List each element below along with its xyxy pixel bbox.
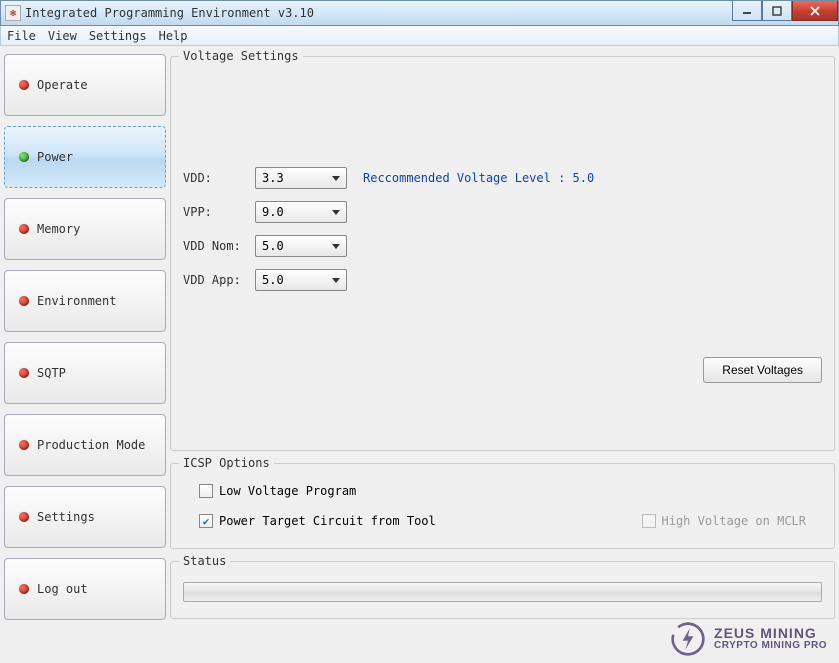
sidebar-item-label: Power [37, 150, 73, 164]
low-voltage-label: Low Voltage Program [219, 484, 356, 498]
status-dot-icon [19, 224, 29, 234]
reset-voltages-button[interactable]: Reset Voltages [703, 357, 822, 383]
sidebar-item-label: Settings [37, 510, 95, 524]
status-dot-icon [19, 584, 29, 594]
minimize-button[interactable] [732, 1, 762, 21]
sidebar-item-label: Memory [37, 222, 80, 236]
maximize-icon [772, 6, 782, 16]
low-voltage-checkbox[interactable] [199, 484, 213, 498]
sidebar-item-environment[interactable]: Environment [4, 270, 166, 332]
sidebar-item-logout[interactable]: Log out [4, 558, 166, 620]
vpp-select[interactable]: 9.0 [255, 201, 347, 223]
sidebar-item-label: Log out [37, 582, 88, 596]
status-dot-icon [19, 80, 29, 90]
voltage-settings-group: Voltage Settings VDD: 3.3 Reccommended V… [170, 56, 835, 451]
close-button[interactable] [792, 1, 838, 21]
high-voltage-label: High Voltage on MCLR [662, 514, 807, 528]
power-target-label: Power Target Circuit from Tool [219, 514, 436, 528]
minimize-icon [742, 6, 752, 16]
status-progress-bar [183, 582, 822, 602]
recommended-voltage-text: Reccommended Voltage Level : 5.0 [363, 171, 594, 185]
menu-view[interactable]: View [42, 29, 83, 43]
vdd-select[interactable]: 3.3 [255, 167, 347, 189]
window-controls [732, 1, 838, 21]
sidebar-item-label: Production Mode [37, 438, 145, 452]
sidebar-item-memory[interactable]: Memory [4, 198, 166, 260]
vdd-label: VDD: [183, 171, 255, 185]
menu-file[interactable]: File [1, 29, 42, 43]
sidebar-item-settings[interactable]: Settings [4, 486, 166, 548]
vdd-app-select[interactable]: 5.0 [255, 269, 347, 291]
sidebar-item-power[interactable]: Power [4, 126, 166, 188]
sidebar-item-label: Operate [37, 78, 88, 92]
group-title: Voltage Settings [179, 49, 303, 63]
group-title: ICSP Options [179, 456, 274, 470]
vdd-value: 3.3 [262, 171, 284, 185]
close-icon [809, 5, 821, 17]
menu-help[interactable]: Help [153, 29, 194, 43]
sidebar-item-label: Environment [37, 294, 116, 308]
status-dot-icon [19, 296, 29, 306]
menubar: File View Settings Help [0, 26, 839, 46]
icsp-options-group: ICSP Options Low Voltage Program ✔ Power… [170, 463, 835, 549]
main-panel: Voltage Settings VDD: 3.3 Reccommended V… [170, 50, 835, 659]
app-icon: ✻ [5, 5, 21, 21]
window-title: Integrated Programming Environment v3.10 [25, 6, 314, 20]
status-dot-icon [19, 368, 29, 378]
maximize-button[interactable] [762, 1, 792, 21]
vdd-nom-value: 5.0 [262, 239, 284, 253]
sidebar-item-label: SQTP [37, 366, 66, 380]
group-title: Status [179, 554, 230, 568]
vpp-value: 9.0 [262, 205, 284, 219]
vpp-label: VPP: [183, 205, 255, 219]
vdd-nom-select[interactable]: 5.0 [255, 235, 347, 257]
status-dot-icon [19, 440, 29, 450]
menu-settings[interactable]: Settings [83, 29, 153, 43]
vdd-app-label: VDD App: [183, 273, 255, 287]
status-dot-icon [19, 152, 29, 162]
sidebar-item-production-mode[interactable]: Production Mode [4, 414, 166, 476]
status-group: Status [170, 561, 835, 619]
window-titlebar: ✻ Integrated Programming Environment v3.… [0, 0, 839, 26]
sidebar-item-operate[interactable]: Operate [4, 54, 166, 116]
vdd-nom-label: VDD Nom: [183, 239, 255, 253]
status-dot-icon [19, 512, 29, 522]
high-voltage-checkbox [642, 514, 656, 528]
vdd-app-value: 5.0 [262, 273, 284, 287]
sidebar-item-sqtp[interactable]: SQTP [4, 342, 166, 404]
sidebar: Operate Power Memory Environment SQTP Pr… [4, 50, 166, 659]
power-target-checkbox[interactable]: ✔ [199, 514, 213, 528]
